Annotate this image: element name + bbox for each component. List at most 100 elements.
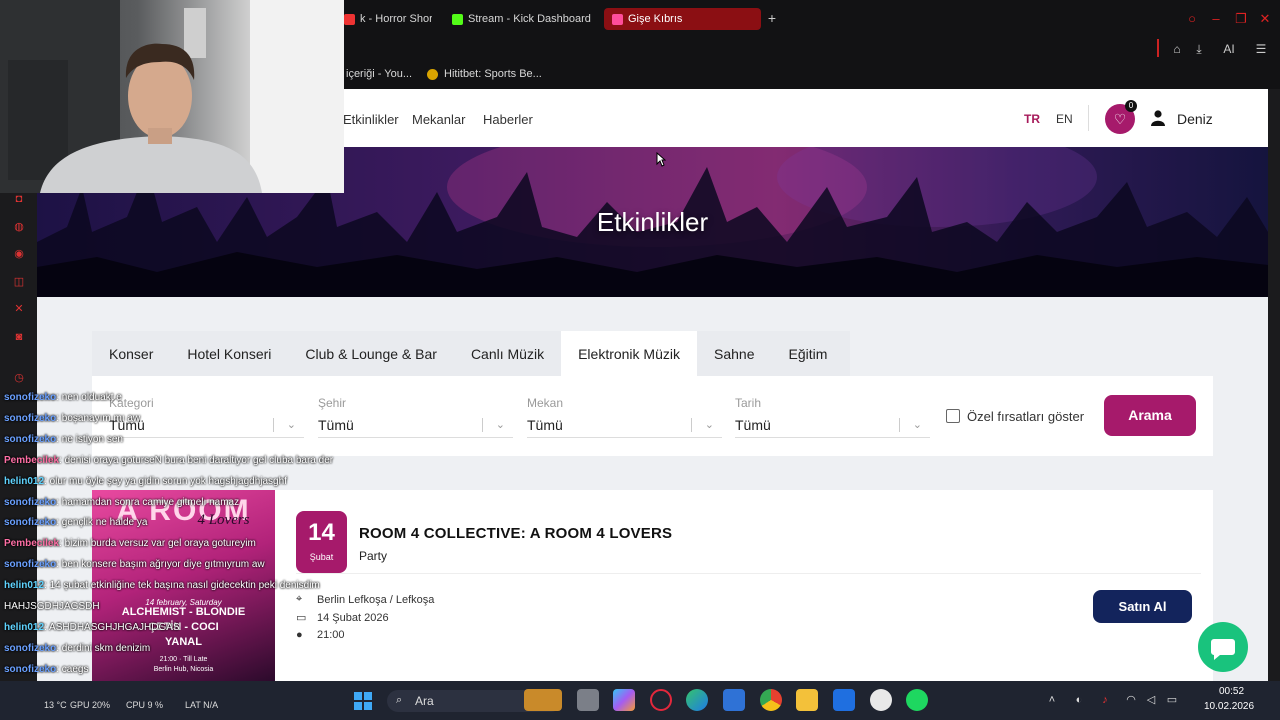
tab-elektronik-muzik[interactable]: Elektronik Müzik xyxy=(561,331,697,377)
tab-canli-muzik[interactable]: Canlı Müzik xyxy=(454,331,561,377)
tab-horror-short[interactable]: k - Horror Short F xyxy=(344,8,432,30)
bookmark-youtube[interactable]: içeriği - You... xyxy=(346,68,412,80)
store-icon[interactable] xyxy=(723,689,745,711)
chat-message: HAHJSGDHJAGSDH xyxy=(4,601,100,612)
chat-username: Pembecilek xyxy=(4,454,60,466)
mekan-select[interactable]: Tümü ⌄ xyxy=(527,414,722,438)
chat-text: : bizim burda versuz var gel oraya gotur… xyxy=(59,538,256,550)
kick-icon xyxy=(452,13,463,25)
select-value: Tümü xyxy=(318,417,354,433)
chat-message: Pembecilek: denisi oraya goturseN bura b… xyxy=(4,455,333,466)
wifi-icon[interactable]: ◠ xyxy=(1124,693,1138,707)
download-icon[interactable]: ⤓ xyxy=(1190,40,1208,58)
nav-etkinlikler[interactable]: Etkinlikler xyxy=(343,112,399,127)
clock-date[interactable]: 10.02.2026 xyxy=(1204,701,1254,712)
event-time: 21:00 xyxy=(317,629,345,641)
tab-hotel-konseri[interactable]: Hotel Konseri xyxy=(170,331,288,377)
tab-egitim[interactable]: Eğitim xyxy=(771,331,844,377)
chat-text: : boşanayım mı aw xyxy=(56,412,141,424)
search-button[interactable]: Arama xyxy=(1104,395,1196,436)
user-icon[interactable] xyxy=(1151,110,1165,126)
poster-footer-2: Berlin Hub, Nicosia xyxy=(153,666,214,673)
chat-message: helin012: ASHDHASGHJHGAJHDGAS xyxy=(4,622,180,633)
chat-username: sonofizeko xyxy=(4,392,57,403)
menu-icon[interactable]: ☰ xyxy=(1252,40,1270,58)
microphone-icon[interactable]: ♪ xyxy=(1098,693,1112,707)
close-icon[interactable]: ✕ xyxy=(1256,10,1274,28)
tarih-select[interactable]: Tümü ⌄ xyxy=(735,414,930,438)
battery-icon[interactable]: ▭ xyxy=(1165,693,1179,707)
tab-konser[interactable]: Konser xyxy=(92,331,170,377)
tab-sahne[interactable]: Sahne xyxy=(697,331,771,377)
bookmark-label: Hititbet: Sports Be... xyxy=(444,68,542,80)
filter-panel: Kategori Tümü ⌄ Şehir Tümü ⌄ Mekan Tümü … xyxy=(92,376,1213,456)
spotify-icon[interactable] xyxy=(906,689,928,711)
event-day: 14 xyxy=(308,519,335,546)
copilot-icon[interactable] xyxy=(613,689,635,711)
minimize-icon[interactable]: – xyxy=(1207,10,1225,28)
mail-icon[interactable] xyxy=(833,689,855,711)
history-icon[interactable]: ◷ xyxy=(12,371,26,385)
event-divider xyxy=(296,573,1201,574)
chevron-down-icon: ⌄ xyxy=(495,419,505,431)
task-view-icon[interactable] xyxy=(577,689,599,711)
buy-ticket-button[interactable]: Satın Al xyxy=(1093,590,1192,623)
live-chat-button[interactable] xyxy=(1198,622,1248,672)
event-date-row: ▭ 14 Şubat 2026 xyxy=(296,611,389,625)
chat-username: Pembecilek xyxy=(4,538,60,550)
widget-icon[interactable] xyxy=(524,689,562,711)
tab-club-lounge-bar[interactable]: Club & Lounge & Bar xyxy=(288,331,454,377)
lang-en-button[interactable]: EN xyxy=(1056,112,1073,126)
windows-start-icon[interactable] xyxy=(353,691,373,711)
whatsapp-icon[interactable]: ◉ xyxy=(12,247,26,261)
event-date-badge: 14 Şubat xyxy=(296,511,347,573)
messenger-icon[interactable]: ◍ xyxy=(12,220,26,234)
settings-gear-icon[interactable] xyxy=(870,689,892,711)
chat-username: sonofizeko xyxy=(4,496,57,508)
special-offers-checkbox[interactable] xyxy=(946,409,960,423)
bookmark-hititbet[interactable]: Hititbet: Sports Be... xyxy=(427,68,542,80)
lang-tr-button[interactable]: TR xyxy=(1024,112,1040,126)
chevron-up-icon[interactable]: ˄ xyxy=(1045,693,1059,707)
twitch-icon[interactable]: ◘ xyxy=(12,192,26,206)
chevron-down-icon: ⌄ xyxy=(286,419,296,431)
nav-mekanlar[interactable]: Mekanlar xyxy=(412,112,465,127)
chat-text: : nen olduakt e xyxy=(56,392,122,403)
sehir-select[interactable]: Tümü ⌄ xyxy=(318,414,513,438)
new-tab-button[interactable]: + xyxy=(764,10,780,26)
chrome-icon[interactable] xyxy=(760,689,782,711)
search-tabs-icon[interactable]: ○ xyxy=(1183,10,1201,28)
clock-icon: ● xyxy=(296,629,303,641)
clock-time[interactable]: 00:52 xyxy=(1219,686,1244,697)
user-name[interactable]: Deniz xyxy=(1177,111,1213,127)
chat-username: helin012 xyxy=(4,621,45,633)
nav-haberler[interactable]: Haberler xyxy=(483,112,533,127)
chat-text: : olur mu öyle şey ya gidin sorun yok ha… xyxy=(44,475,287,487)
opera-gx-icon[interactable] xyxy=(650,689,672,711)
chat-message: sonofizeko: derdini skm denizim xyxy=(4,643,150,654)
tray-app-icon[interactable]: ◐ xyxy=(1072,693,1086,707)
chat-message: sonofizeko: nen olduakt e xyxy=(4,392,122,403)
search-icon: ⌕ xyxy=(396,694,403,706)
instagram-icon[interactable]: ◫ xyxy=(12,275,26,289)
filter-label-tarih: Tarih xyxy=(735,396,762,410)
ai-button[interactable]: AI xyxy=(1214,40,1244,58)
tab-label: Stream - Kick Dashboard xyxy=(468,13,591,25)
tab-gise-kibris[interactable]: Gişe Kıbrıs xyxy=(604,8,761,30)
file-explorer-icon[interactable] xyxy=(796,689,818,711)
special-offers-label[interactable]: Özel fırsatları göster xyxy=(967,409,1084,424)
gpu-stat: GPU 20% xyxy=(70,700,111,710)
x-icon[interactable]: ✕ xyxy=(12,302,26,316)
chat-username: sonofizeko xyxy=(4,642,57,654)
edge-icon[interactable] xyxy=(686,689,708,711)
discord-icon[interactable]: ◙ xyxy=(12,330,26,344)
tab-kick-dashboard[interactable]: Stream - Kick Dashboard xyxy=(452,8,597,30)
chat-message: sonofizeko: boşanayım mı aw xyxy=(4,413,140,424)
chevron-down-icon: ⌄ xyxy=(912,419,922,431)
wallet-icon[interactable]: ⌂ xyxy=(1168,40,1186,58)
calendar-icon: ▭ xyxy=(296,612,307,624)
volume-icon[interactable]: ◁ xyxy=(1144,693,1158,707)
event-title[interactable]: ROOM 4 COLLECTIVE: A ROOM 4 LOVERS xyxy=(359,525,672,542)
maximize-icon[interactable]: ❐ xyxy=(1232,10,1250,28)
chat-text: : derdini skm denizim xyxy=(56,642,151,654)
